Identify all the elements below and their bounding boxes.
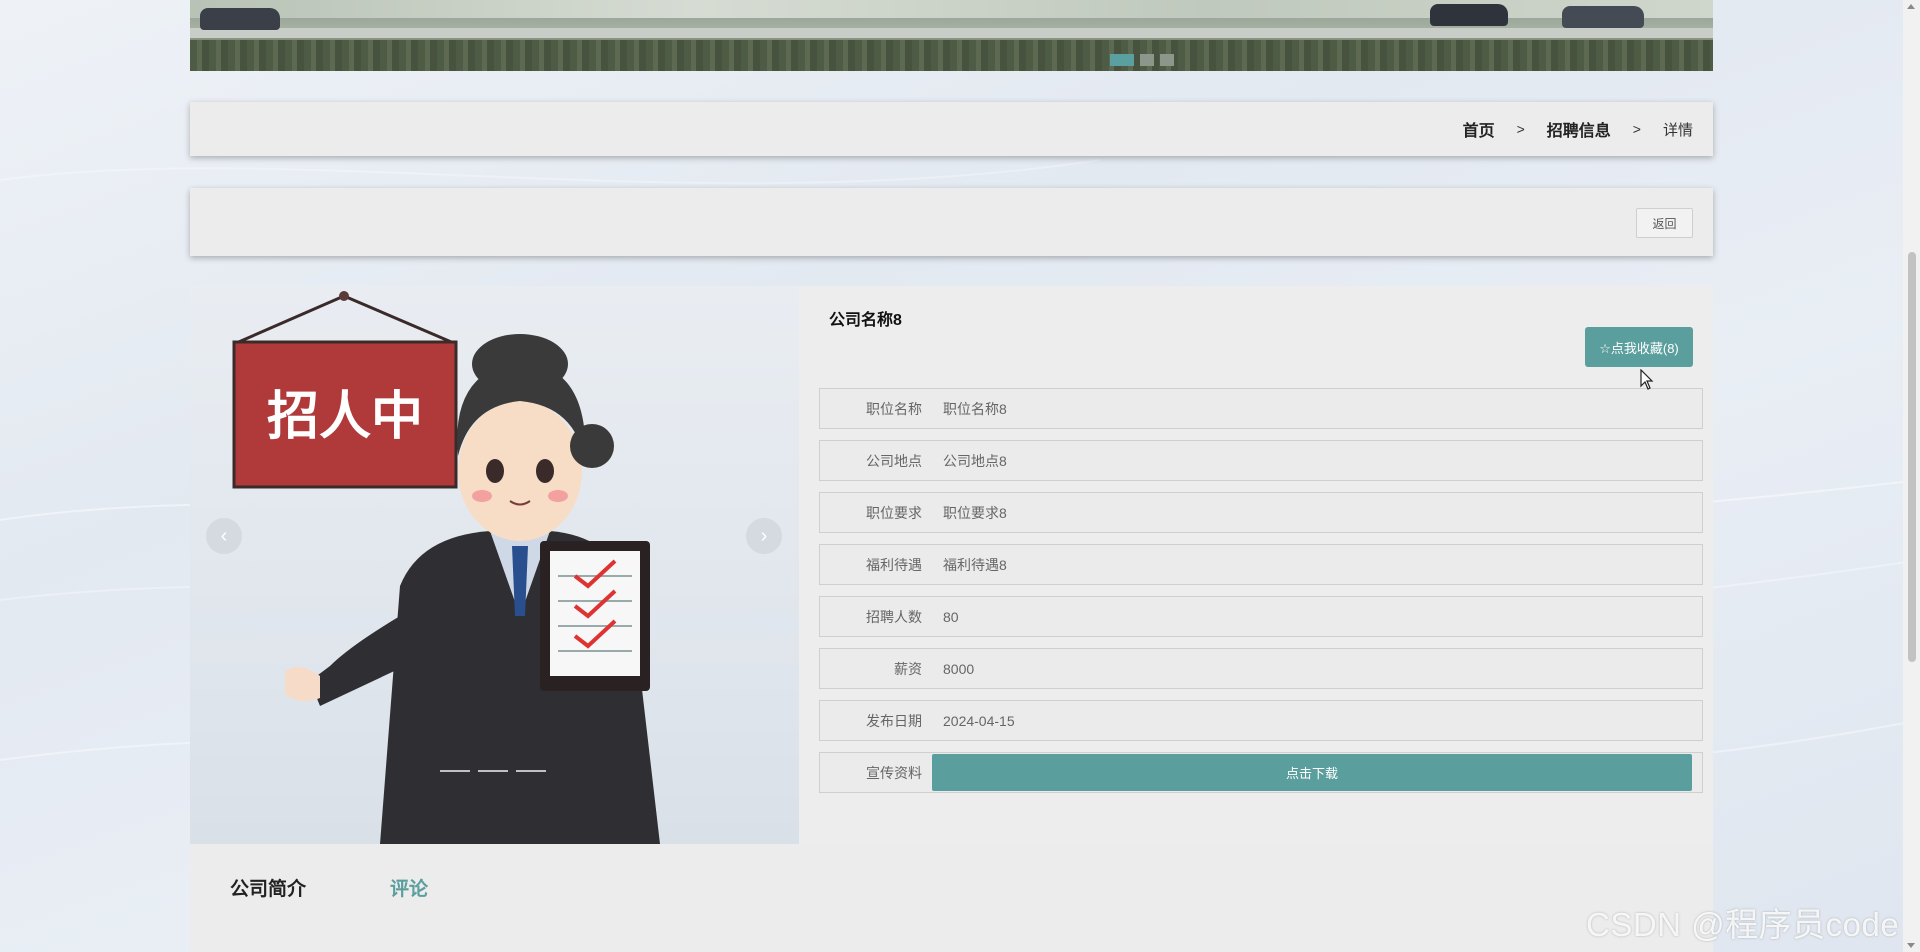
image-carousel: 招人中 ‹ › — [190, 286, 799, 844]
banner-dot-3[interactable] — [1160, 54, 1174, 66]
breadcrumb-current: 详情 — [1662, 121, 1693, 139]
back-button[interactable]: 返回 — [1636, 208, 1693, 238]
field-row-requirements: 职位要求 职位要求8 — [819, 492, 1703, 533]
favorite-button[interactable]: ☆点我收藏(8) — [1585, 327, 1693, 367]
field-row-material: 宣传资料 点击下载 — [819, 752, 1703, 793]
breadcrumb-home[interactable]: 首页 — [1463, 117, 1495, 141]
carousel-indicator[interactable] — [516, 770, 546, 772]
hero-banner — [190, 0, 1713, 71]
scrollbar-thumb[interactable] — [1908, 252, 1916, 662]
carousel-indicators[interactable] — [440, 770, 546, 772]
carousel-indicator[interactable] — [478, 770, 508, 772]
job-fields: 职位名称 职位名称8 公司地点 公司地点8 职位要求 职位要求8 福利待遇 福利… — [819, 388, 1703, 804]
scroll-up-icon[interactable] — [1907, 4, 1915, 9]
breadcrumb: 首页 > 招聘信息 > 详情 — [1463, 102, 1693, 156]
sign-text: 招人中 — [267, 387, 423, 447]
scroll-down-icon[interactable] — [1907, 943, 1915, 948]
field-row-headcount: 招聘人数 80 — [819, 596, 1703, 637]
field-value: 8000 — [943, 660, 975, 677]
company-name: 公司名称8 — [829, 312, 902, 329]
mouse-cursor-icon — [1640, 369, 1654, 390]
field-row-publish-date: 发布日期 2024-04-15 — [819, 700, 1703, 741]
field-row-benefits: 福利待遇 福利待遇8 — [819, 544, 1703, 585]
tab-comments[interactable]: 评论 — [390, 874, 428, 901]
download-button[interactable]: 点击下载 — [932, 754, 1692, 791]
tab-company-intro[interactable]: 公司简介 — [230, 874, 306, 901]
field-label: 职位名称 — [866, 400, 922, 417]
recruiting-illustration: 招人中 — [232, 291, 660, 844]
action-bar: 返回 — [190, 188, 1713, 256]
banner-dot-1[interactable] — [1110, 54, 1134, 66]
carousel-next-button[interactable]: › — [746, 518, 782, 554]
breadcrumb-bar: 首页 > 招聘信息 > 详情 — [190, 102, 1713, 156]
field-label: 宣传资料 — [866, 764, 922, 781]
field-label: 薪资 — [894, 660, 922, 677]
carousel-indicator[interactable] — [440, 770, 470, 772]
field-value: 80 — [943, 608, 959, 625]
field-value: 2024-04-15 — [943, 712, 1015, 729]
breadcrumb-separator: > — [1632, 121, 1641, 137]
carousel-prev-button[interactable]: ‹ — [206, 518, 242, 554]
breadcrumb-recruitment[interactable]: 招聘信息 — [1547, 117, 1611, 141]
page-scrollbar[interactable] — [1903, 0, 1920, 952]
field-value: 职位名称8 — [943, 400, 1007, 417]
field-value: 福利待遇8 — [943, 556, 1007, 573]
field-label: 发布日期 — [866, 712, 922, 729]
field-value: 职位要求8 — [943, 504, 1007, 521]
field-label: 职位要求 — [866, 504, 922, 521]
field-label: 公司地点 — [866, 452, 922, 469]
field-label: 福利待遇 — [866, 556, 922, 573]
field-label: 招聘人数 — [866, 608, 922, 625]
field-row-position: 职位名称 职位名称8 — [819, 388, 1703, 429]
watermark: CSDN @程序员code — [1586, 906, 1900, 943]
breadcrumb-separator: > — [1516, 121, 1525, 137]
field-row-location: 公司地点 公司地点8 — [819, 440, 1703, 481]
job-detail-panel: 公司名称8 ☆点我收藏(8) 职位名称 职位名称8 公司地点 公司地点8 职位要… — [799, 286, 1713, 844]
field-row-salary: 薪资 8000 — [819, 648, 1703, 689]
banner-dot-2[interactable] — [1140, 54, 1154, 66]
detail-tabs: 公司简介 评论 — [190, 844, 1713, 952]
banner-indicators[interactable] — [1110, 54, 1174, 66]
field-value: 公司地点8 — [943, 452, 1007, 469]
